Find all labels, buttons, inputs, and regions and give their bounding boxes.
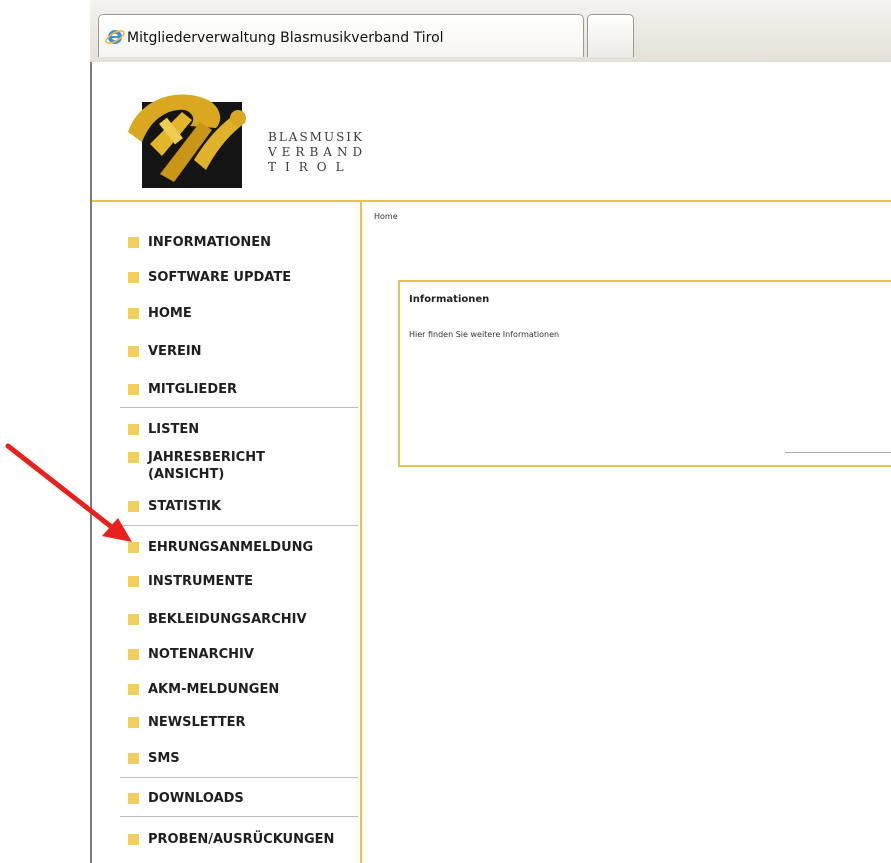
sidebar-item-label: MITGLIEDER [148, 382, 237, 397]
red-arrow-annotation-icon [5, 443, 132, 542]
sidebar-item-label: VEREIN [148, 344, 202, 359]
sidebar-item-label: HOME [148, 306, 192, 321]
page-header: BLASMUSIK VERBAND TIROL [92, 62, 891, 202]
sidebar-divider [120, 777, 358, 778]
sidebar-item-label: SMS [148, 751, 180, 766]
logo-line-2: VERBAND [268, 145, 368, 159]
sidebar-item-label: BEKLEIDUNGSARCHIV [148, 612, 307, 627]
bullet-square-icon [128, 346, 139, 357]
sidebar-divider [120, 525, 358, 526]
sidebar-item-label-line-2: (ANSICHT) [148, 467, 225, 482]
info-panel-title: Informationen [409, 294, 490, 305]
info-panel: Informationen Hier finden Sie weitere In… [398, 280, 891, 467]
sidebar-item-label: INSTRUMENTE [148, 574, 253, 589]
bullet-square-icon [128, 237, 139, 248]
bullet-square-icon [128, 649, 139, 660]
logo-line-1: BLASMUSIK [268, 130, 364, 144]
sidebar-item-label: NOTENARCHIV [148, 647, 254, 662]
sidebar-item-label: INFORMATIONEN [148, 235, 272, 250]
sidebar-item-label: STATISTIK [148, 499, 222, 514]
breadcrumb[interactable]: Home [374, 212, 398, 221]
bullet-square-icon [128, 308, 139, 319]
bullet-square-icon [128, 834, 139, 845]
sidebar-item-label: NEWSLETTER [148, 715, 246, 730]
browser-tab-title: Mitgliederverwaltung Blasmusikverband Ti… [127, 30, 444, 46]
bullet-square-icon [128, 684, 139, 695]
info-panel-rule [785, 452, 891, 453]
sidebar-item-label: DOWNLOADS [148, 791, 244, 806]
bullet-square-icon [128, 793, 139, 804]
bullet-square-icon [128, 753, 139, 764]
browser-tab-strip: Mitgliederverwaltung Blasmusikverband Ti… [90, 0, 891, 63]
sidebar-item-label: LISTEN [148, 422, 200, 437]
logo-wordmark: BLASMUSIK VERBAND TIROL [268, 130, 368, 175]
sidebar-item-label: JAHRESBERICHT [148, 450, 265, 465]
sidebar-item-label: AKM-MELDUNGEN [148, 682, 280, 697]
internet-explorer-icon [105, 30, 125, 44]
sidebar-item-label: SOFTWARE UPDATE [148, 270, 292, 285]
info-panel-text: Hier finden Sie weitere Informationen [409, 330, 560, 339]
new-tab-button[interactable] [587, 14, 634, 57]
sidebar-item-label: PROBEN/AUSRÜCKUNGEN [148, 832, 335, 847]
bullet-square-icon [128, 424, 139, 435]
blasmusikverband-logo[interactable]: BLASMUSIK VERBAND TIROL [120, 82, 368, 190]
sidebar-divider [120, 407, 358, 408]
logo-line-3: TIROL [268, 160, 353, 174]
logo-emblem-icon [128, 94, 246, 188]
bullet-square-icon [128, 576, 139, 587]
sidebar-item-label: EHRUNGSANMELDUNG [148, 540, 314, 555]
page-frame: BLASMUSIK VERBAND TIROL INFORMATIONEN SO… [90, 62, 891, 863]
bullet-square-icon [128, 384, 139, 395]
bullet-square-icon [128, 272, 139, 283]
browser-tab-active[interactable]: Mitgliederverwaltung Blasmusikverband Ti… [98, 14, 584, 57]
bullet-square-icon [128, 614, 139, 625]
bullet-square-icon [128, 717, 139, 728]
sidebar-divider [120, 816, 358, 817]
